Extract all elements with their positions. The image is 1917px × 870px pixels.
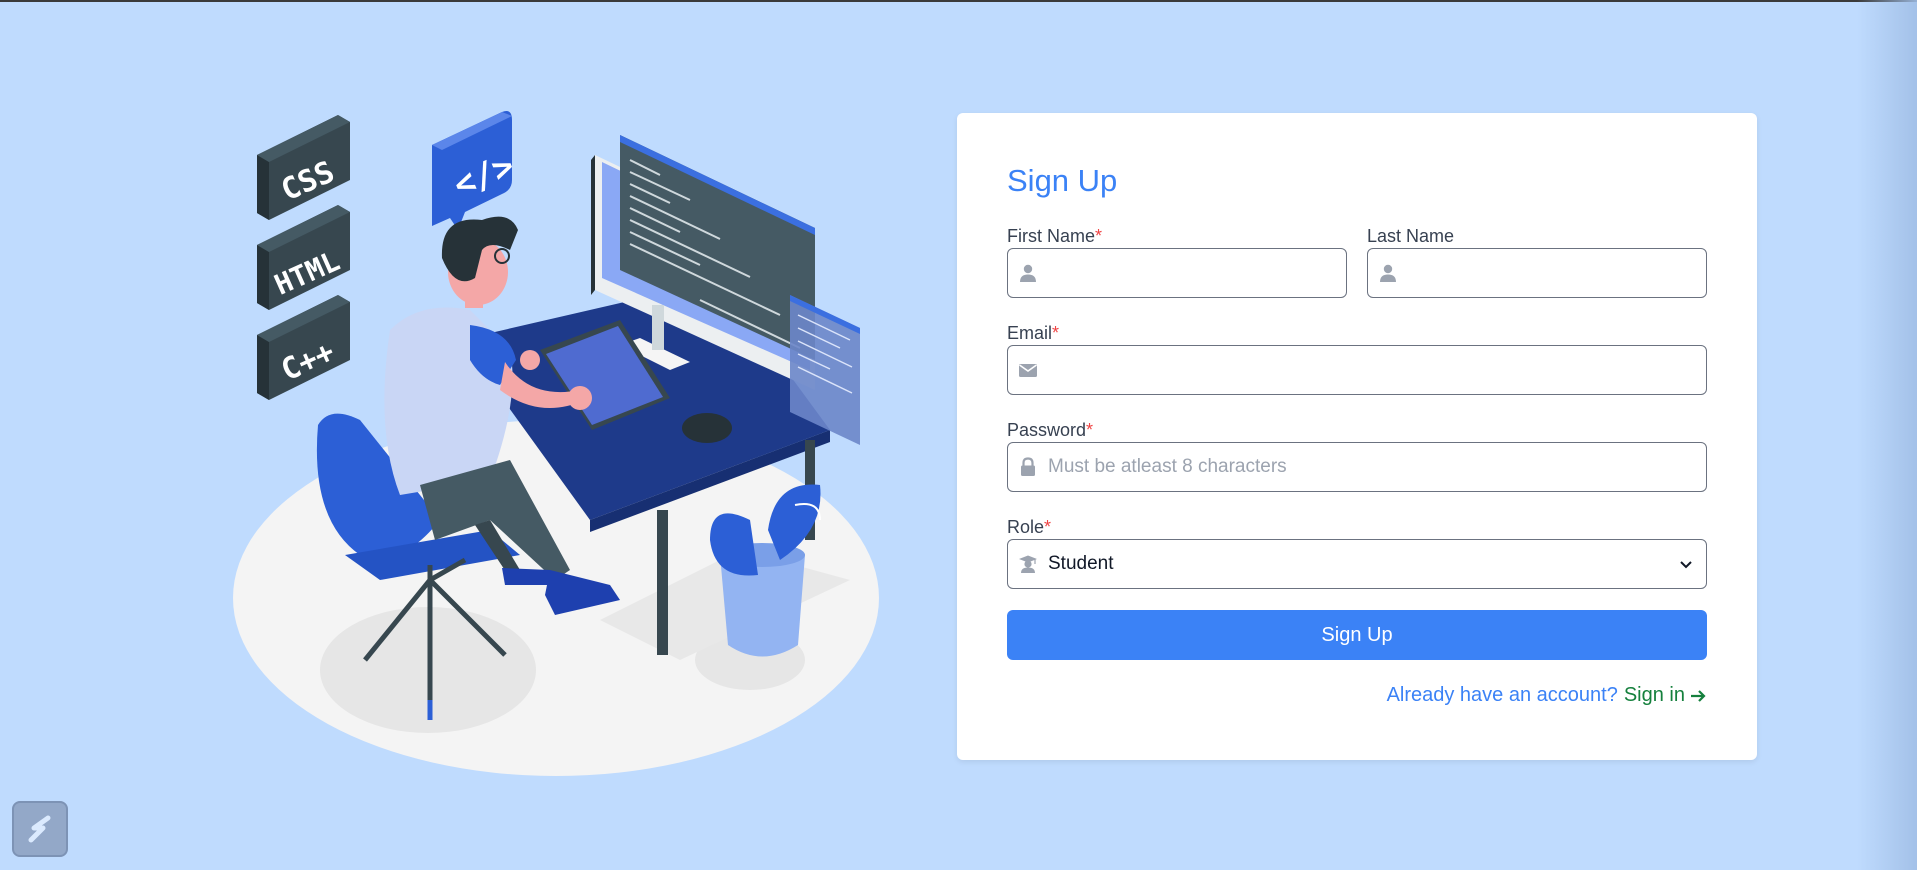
password-input[interactable] xyxy=(1048,443,1706,491)
cpp-tag: C++ xyxy=(257,295,350,400)
role-label-text: Role xyxy=(1007,517,1045,537)
first-name-label-text: First Name xyxy=(1007,226,1096,246)
user-icon xyxy=(1020,264,1036,282)
first-name-label: First Name* xyxy=(1007,226,1102,247)
top-border xyxy=(0,0,1917,2)
last-name-field[interactable] xyxy=(1367,248,1707,298)
envelope-icon xyxy=(1019,364,1037,377)
required-mark: * xyxy=(1052,323,1060,343)
required-mark: * xyxy=(1044,517,1052,537)
email-label: Email* xyxy=(1007,323,1059,344)
user-icon xyxy=(1380,264,1396,282)
role-select-value: Student xyxy=(1048,553,1114,574)
required-mark: * xyxy=(1095,226,1103,246)
email-field[interactable] xyxy=(1007,345,1707,395)
html-tag: HTML xyxy=(257,205,350,310)
password-field[interactable] xyxy=(1007,442,1707,492)
lock-icon xyxy=(1021,457,1035,476)
app-badge-icon[interactable] xyxy=(12,801,68,857)
signin-link[interactable]: Sign in xyxy=(1624,684,1707,707)
chevron-down-icon xyxy=(1680,561,1692,569)
developer-illustration: CSS HTML C++ </> xyxy=(233,111,879,776)
last-name-label-text: Last Name xyxy=(1367,226,1455,246)
signup-card: Sign Up First Name* Last Name Email* Pas… xyxy=(957,113,1757,760)
password-label: Password* xyxy=(1007,420,1093,441)
signin-prompt: Already have an account? Sign in xyxy=(1387,684,1707,707)
password-label-text: Password xyxy=(1007,420,1087,440)
arrow-right-icon xyxy=(1691,689,1706,702)
code-bubble: </> xyxy=(432,111,520,230)
last-name-label: Last Name xyxy=(1367,226,1454,247)
graduate-icon xyxy=(1019,555,1037,573)
required-mark: * xyxy=(1086,420,1094,440)
role-select[interactable]: Student xyxy=(1007,539,1707,589)
email-label-text: Email xyxy=(1007,323,1053,343)
sign-up-button[interactable]: Sign Up xyxy=(1007,610,1707,660)
last-name-input[interactable] xyxy=(1408,249,1706,297)
css-tag: CSS xyxy=(257,115,350,220)
page-title: Sign Up xyxy=(1007,163,1118,198)
right-edge-shade xyxy=(1857,0,1917,870)
first-name-field[interactable] xyxy=(1007,248,1347,298)
role-label: Role* xyxy=(1007,517,1051,538)
have-account-text: Already have an account? xyxy=(1386,684,1618,706)
first-name-input[interactable] xyxy=(1048,249,1346,297)
app-logo-icon xyxy=(28,815,51,843)
email-input[interactable] xyxy=(1048,346,1706,394)
signin-link-label: Sign in xyxy=(1623,684,1685,706)
